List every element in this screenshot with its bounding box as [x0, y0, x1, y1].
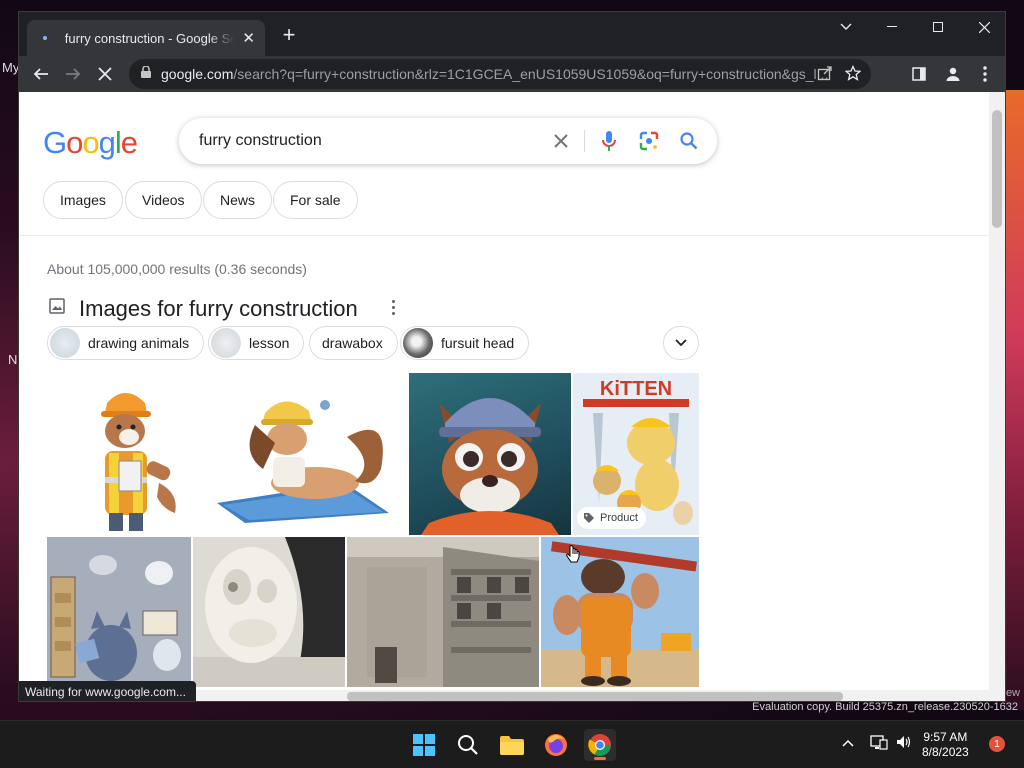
expand-refinements-button[interactable]	[663, 326, 699, 360]
chevron-down-icon	[675, 339, 687, 347]
forward-button[interactable]	[59, 60, 87, 88]
windows-taskbar: 9:57 AM 8/8/2023 1	[0, 720, 1024, 768]
chrome-icon	[588, 734, 611, 756]
url-text[interactable]: google.com/search?q=furry+construction&r…	[161, 66, 831, 82]
tab-google-search[interactable]: furry construction - Google Search ✕	[27, 20, 265, 56]
search-query-text[interactable]: furry construction	[199, 132, 322, 150]
loading-favicon-icon	[37, 30, 53, 46]
active-app-indicator	[594, 757, 606, 760]
close-tab-icon[interactable]: ✕	[242, 29, 255, 47]
image-result-tile[interactable]	[47, 373, 203, 535]
search-submit-icon[interactable]	[677, 129, 701, 153]
minimize-button[interactable]	[869, 12, 915, 42]
refinement-pill-fursuit-head[interactable]: fursuit head	[400, 326, 530, 360]
firefox-icon	[545, 734, 567, 756]
google-logo[interactable]: Google	[43, 125, 138, 161]
google-lens-icon[interactable]	[637, 129, 661, 153]
voice-search-mic-icon[interactable]	[597, 129, 621, 153]
taskbar-clock[interactable]: 9:57 AM 8/8/2023	[922, 730, 969, 760]
loading-status-bubble: Waiting for www.google.com...	[19, 681, 196, 701]
tab-strip: furry construction - Google Search ✕ +	[19, 12, 1005, 56]
show-hidden-icons-chevron[interactable]	[842, 735, 854, 750]
start-button[interactable]	[408, 729, 440, 761]
search-divider	[584, 130, 585, 152]
file-explorer-button[interactable]	[496, 729, 528, 761]
squirrel-on-mat-illustration	[217, 400, 389, 523]
image-result-tile[interactable]	[205, 373, 407, 535]
cartoon-fox-hardhat-image	[421, 398, 559, 535]
filter-chip-videos[interactable]: Videos	[125, 181, 202, 219]
tag-icon	[584, 513, 594, 523]
refinement-pill-drawing-animals[interactable]: drawing animals	[47, 326, 205, 360]
tab-title: furry construction - Google Search	[64, 30, 235, 46]
image-icon	[49, 298, 65, 319]
desktop-icon-label: N	[8, 352, 18, 367]
result-stats: About 105,000,000 results (0.36 seconds)	[47, 261, 307, 277]
hand-cursor-icon	[566, 545, 580, 563]
header-divider	[19, 235, 991, 236]
refinement-pill-drawabox[interactable]: drawabox	[309, 326, 398, 360]
filter-chip-images[interactable]: Images	[43, 181, 123, 219]
vertical-scrollbar[interactable]	[989, 92, 1005, 701]
volume-icon[interactable]	[896, 735, 912, 752]
image-result-tile[interactable]	[347, 537, 539, 687]
svg-text:KiTTEN: KiTTEN	[600, 378, 672, 400]
search-input[interactable]: furry construction	[179, 118, 717, 164]
close-window-button[interactable]	[961, 12, 1005, 42]
pill-thumbnail	[50, 328, 80, 358]
filter-chip-news[interactable]: News	[203, 181, 273, 219]
maximize-button[interactable]	[915, 12, 961, 42]
taskbar-search-button[interactable]	[452, 729, 484, 761]
evaluation-watermark: Evaluation copy. Build 25375.zn_release.…	[752, 701, 1018, 713]
google-results-page: Google furry construction Images Videos …	[19, 92, 991, 701]
notification-badge[interactable]: 1	[989, 736, 1005, 752]
bookmark-star-icon[interactable]	[844, 64, 862, 86]
desktop-text-fragment: ew	[1005, 687, 1020, 699]
back-button[interactable]	[27, 60, 55, 88]
pill-thumbnail	[211, 328, 241, 358]
lock-icon	[141, 65, 151, 83]
share-icon[interactable]	[817, 65, 833, 86]
building-under-construction-photo	[347, 537, 539, 687]
side-panel-icon[interactable]	[905, 60, 933, 88]
new-tab-button[interactable]: +	[277, 24, 301, 48]
vertical-scrollbar-thumb[interactable]	[992, 110, 1002, 228]
images-more-options-icon[interactable]	[387, 297, 399, 317]
browser-menu-icon[interactable]	[971, 60, 999, 88]
clock-time: 9:57 AM	[923, 730, 968, 744]
desktop-wallpaper	[1004, 90, 1024, 710]
chrome-button[interactable]	[584, 729, 616, 761]
product-badge: Product	[577, 507, 646, 529]
image-result-tile[interactable]	[409, 373, 571, 535]
chrome-window: furry construction - Google Search ✕ +	[18, 11, 1006, 702]
fox-construction-worker-illustration	[101, 393, 176, 531]
address-bar[interactable]: google.com/search?q=furry+construction&r…	[129, 59, 871, 89]
pill-thumbnail	[403, 328, 433, 358]
images-section-heading[interactable]: Images for furry construction	[79, 296, 358, 322]
image-result-tile[interactable]	[47, 537, 191, 687]
profile-avatar-icon[interactable]	[939, 60, 967, 88]
image-result-tile[interactable]: KiTTEN Product	[573, 373, 699, 535]
folder-icon	[500, 736, 524, 755]
filter-chip-for-sale[interactable]: For sale	[273, 181, 358, 219]
stop-loading-button[interactable]	[91, 60, 119, 88]
browser-toolbar: google.com/search?q=furry+construction&r…	[19, 56, 1005, 92]
horizontal-scrollbar-thumb[interactable]	[347, 692, 843, 701]
windows-logo-icon	[413, 734, 435, 756]
image-result-tile[interactable]	[193, 537, 345, 687]
network-icon[interactable]	[870, 735, 888, 754]
clock-date: 8/8/2023	[922, 745, 969, 759]
firefox-button[interactable]	[540, 729, 572, 761]
clear-search-icon[interactable]	[549, 129, 573, 153]
tab-search-chevron-icon[interactable]	[823, 12, 869, 42]
unfinished-fursuit-head-photo	[193, 537, 345, 687]
cats-in-office-illustration	[47, 537, 191, 687]
refinement-pill-lesson[interactable]: lesson	[208, 326, 305, 360]
desktop-icon-label: My	[2, 60, 20, 75]
search-icon	[458, 735, 478, 755]
